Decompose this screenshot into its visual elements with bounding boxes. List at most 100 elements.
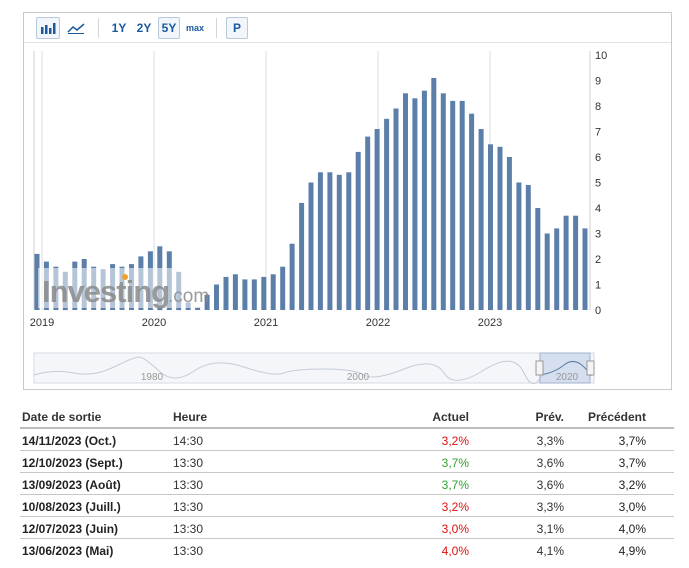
forecast-value: 3,1%: [536, 522, 564, 536]
table-row: 13/09/2023 (Août) 13:30 3,7% 3,6% 3,2%: [20, 473, 674, 495]
y-tick-label: 3: [595, 229, 601, 241]
previous-value: 3,2%: [618, 478, 646, 492]
chart-canvas: 2019 2020 2021 2022 2023 0 1 2 3 4 5 6 7 8 9 10 Investin…: [30, 50, 607, 384]
navigator-handle-left[interactable]: [535, 360, 544, 376]
forecast-value: 3,6%: [536, 478, 564, 492]
release-time: 13:30: [173, 456, 204, 470]
chart-bar: [270, 274, 276, 310]
y-tick-label: 8: [595, 101, 601, 113]
col-header-preced: Précédent: [587, 410, 646, 424]
chart-bar: [232, 274, 238, 310]
table-row: 14/11/2023 (Oct.) 14:30 3,2% 3,3% 3,7%: [20, 429, 674, 451]
release-time: 13:30: [173, 500, 204, 514]
p-button[interactable]: P: [226, 17, 248, 39]
chart-toolbar: 1Y 2Y 5Y max P: [24, 13, 671, 43]
range-max-button[interactable]: max: [183, 17, 207, 39]
chart-bar: [365, 136, 371, 310]
bar-chart-icon: [41, 23, 56, 34]
chart-bar: [506, 157, 512, 310]
table-row: 12/07/2023 (Juin) 13:30 3,0% 3,1% 4,0%: [20, 517, 674, 539]
x-tick-label: 2021: [254, 317, 278, 329]
release-date: 12/07/2023 (Juin): [22, 522, 119, 536]
y-tick-label: 2: [595, 254, 601, 266]
toolbar-divider: [216, 18, 217, 38]
chart-bar: [488, 144, 493, 311]
chart-bar: [497, 146, 503, 310]
chart-bar: [412, 98, 418, 310]
release-date: 12/10/2023 (Sept.): [22, 456, 123, 470]
x-tick-label: 2019: [30, 317, 54, 329]
x-tick-label: 2022: [366, 317, 390, 329]
chart-bar: [346, 172, 352, 310]
release-table: Date de sortie Heure Actuel Prév. Précéd…: [20, 404, 674, 561]
range-navigator: 1980 2000 2020: [33, 352, 595, 384]
watermark-suffix: .com: [168, 286, 209, 307]
range-5y-button[interactable]: 5Y: [158, 17, 180, 39]
release-date: 13/09/2023 (Août): [22, 478, 121, 492]
previous-value: 4,9%: [618, 544, 646, 558]
chart-bar: [573, 215, 579, 310]
y-tick-label: 1: [595, 280, 601, 292]
release-time: 13:30: [173, 478, 204, 492]
chart-bar: [563, 215, 569, 310]
chart-bar: [582, 228, 588, 310]
chart-bar: [535, 208, 541, 310]
release-time: 13:30: [173, 544, 204, 558]
chart-widget: 2019 2020 2021 2022 2023 0 1 2 3 4 5 6 7 8 9 10 Investin…: [23, 12, 672, 390]
navigator-label: 1980: [141, 372, 164, 383]
navigator-track: [33, 352, 595, 384]
actual-value: 3,7%: [441, 456, 469, 470]
area-chart-button[interactable]: [64, 17, 88, 39]
chart-bar: [317, 172, 323, 310]
y-tick-label: 10: [595, 50, 607, 62]
col-header-prev: Prév.: [535, 410, 564, 424]
navigator-label: 2020: [556, 372, 579, 383]
chart-bar: [336, 174, 342, 310]
table-row: 13/06/2023 (Mai) 13:30 4,0% 4,1% 4,9%: [20, 539, 674, 561]
chart-bar: [431, 78, 437, 310]
chart-bar: [242, 279, 248, 310]
chart-bar: [450, 100, 456, 311]
actual-value: 3,0%: [441, 522, 469, 536]
chart-bar: [299, 202, 305, 310]
actual-value: 4,0%: [441, 544, 469, 558]
range-2y-button[interactable]: 2Y: [133, 17, 155, 39]
previous-value: 4,0%: [618, 522, 646, 536]
table-header-row: Date de sortie Heure Actuel Prév. Précéd…: [20, 404, 674, 429]
y-tick-label: 5: [595, 178, 601, 190]
forecast-value: 4,1%: [536, 544, 564, 558]
x-tick-label: 2020: [142, 317, 166, 329]
y-tick-label: 6: [595, 152, 601, 164]
x-tick-label: 2023: [478, 317, 502, 329]
y-tick-label: 0: [595, 305, 601, 317]
actual-value: 3,2%: [441, 434, 469, 448]
chart-bar: [289, 243, 295, 310]
forecast-value: 3,3%: [536, 434, 564, 448]
range-1y-button[interactable]: 1Y: [108, 17, 130, 39]
y-tick-label: 7: [595, 127, 601, 139]
chart-bar: [261, 276, 267, 310]
previous-value: 3,7%: [618, 456, 646, 470]
chart-bar: [469, 113, 475, 310]
col-header-actual: Actuel: [432, 410, 469, 424]
release-date: 13/06/2023 (Mai): [22, 544, 114, 558]
release-time: 13:30: [173, 522, 204, 536]
previous-value: 3,0%: [618, 500, 646, 514]
bar-chart-button[interactable]: [36, 17, 60, 39]
chart-bar: [525, 185, 531, 310]
chart-bar: [421, 90, 427, 310]
chart-bar: [327, 172, 333, 310]
navigator-handle-right[interactable]: [586, 360, 595, 376]
actual-value: 3,2%: [441, 500, 469, 514]
col-header-time: Heure: [173, 410, 208, 424]
forecast-value: 3,3%: [536, 500, 564, 514]
table-row: 12/10/2023 (Sept.) 13:30 3,7% 3,6% 3,7%: [20, 451, 674, 473]
watermark-dot: [122, 274, 128, 280]
chart-bar: [251, 279, 257, 310]
navigator-label: 2000: [347, 372, 370, 383]
chart-bar: [280, 266, 286, 310]
chart-bar: [554, 228, 560, 310]
y-tick-label: 9: [595, 76, 601, 88]
chart-bar: [544, 233, 550, 310]
table-row: 10/08/2023 (Juill.) 13:30 3,2% 3,3% 3,0%: [20, 495, 674, 517]
